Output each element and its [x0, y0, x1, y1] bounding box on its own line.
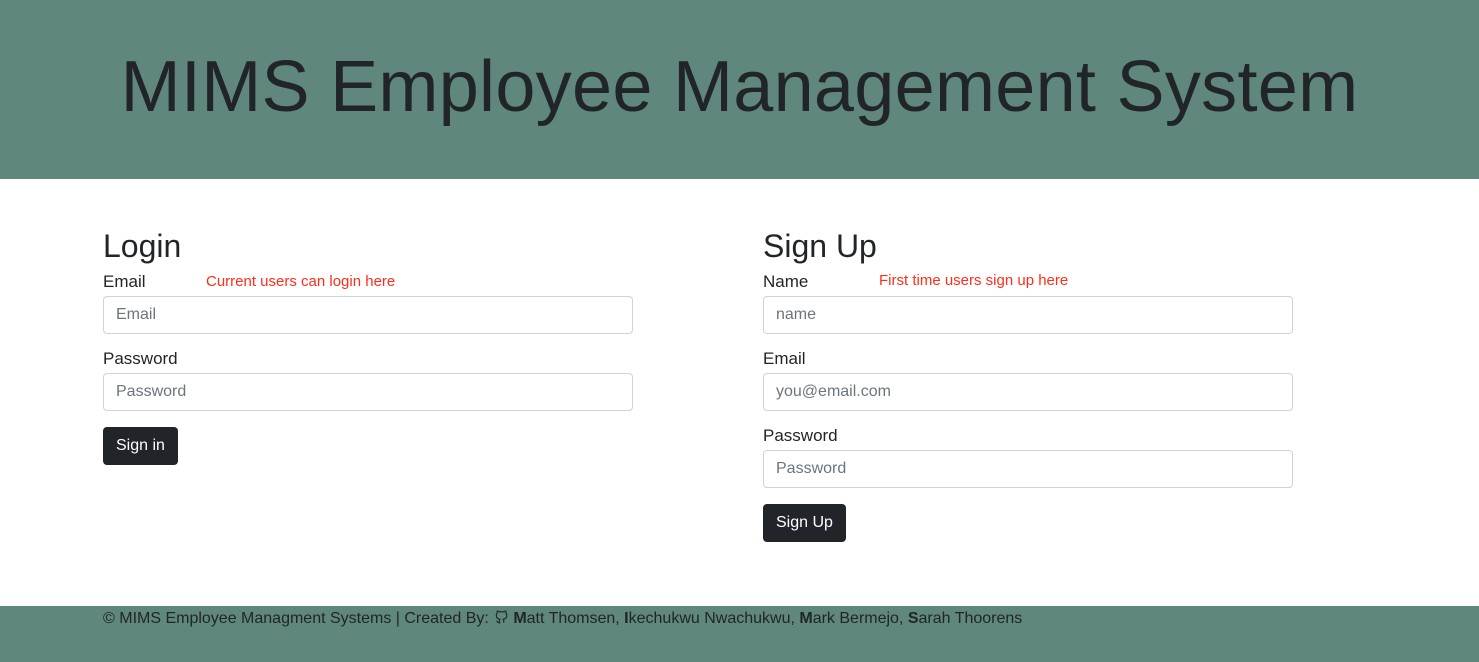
- login-email-input[interactable]: [103, 296, 633, 334]
- page-header: MIMS Employee Management System: [0, 0, 1479, 179]
- signup-name-input[interactable]: [763, 296, 1293, 334]
- login-title: Login: [103, 228, 182, 264]
- signup-password-input[interactable]: [763, 450, 1293, 488]
- author-1: Matt Thomsen: [513, 610, 616, 627]
- login-password-group: Password: [103, 349, 633, 411]
- page-title: MIMS Employee Management System: [120, 47, 1359, 127]
- signup-title: Sign Up: [763, 228, 877, 264]
- author-2: Ikechukwu Nwachukwu: [624, 610, 791, 627]
- signup-hint: First time users sign up here: [879, 272, 1069, 289]
- login-password-label: Password: [103, 349, 178, 368]
- sign-in-button[interactable]: Sign in: [103, 427, 178, 465]
- signup-email-group: Email: [763, 349, 1293, 411]
- footer-credits: © MIMS Employee Managment Systems | Crea…: [103, 610, 1023, 627]
- signup-password-label: Password: [763, 426, 838, 445]
- login-panel: Login Email Password Sign in: [103, 224, 633, 465]
- login-hint: Current users can login here: [206, 273, 396, 290]
- sign-up-button[interactable]: Sign Up: [763, 504, 846, 542]
- author-3: Mark Bermejo: [799, 610, 899, 627]
- github-icon[interactable]: [495, 610, 509, 624]
- signup-email-label: Email: [763, 349, 806, 368]
- author-4: Sarah Thoorens: [907, 610, 1023, 627]
- login-password-input[interactable]: [103, 373, 633, 411]
- footer-copyright: © MIMS Employee Managment Systems | Crea…: [103, 610, 494, 627]
- signup-email-input[interactable]: [763, 373, 1293, 411]
- page-footer: © MIMS Employee Managment Systems | Crea…: [0, 606, 1479, 662]
- signup-password-group: Password: [763, 426, 1293, 488]
